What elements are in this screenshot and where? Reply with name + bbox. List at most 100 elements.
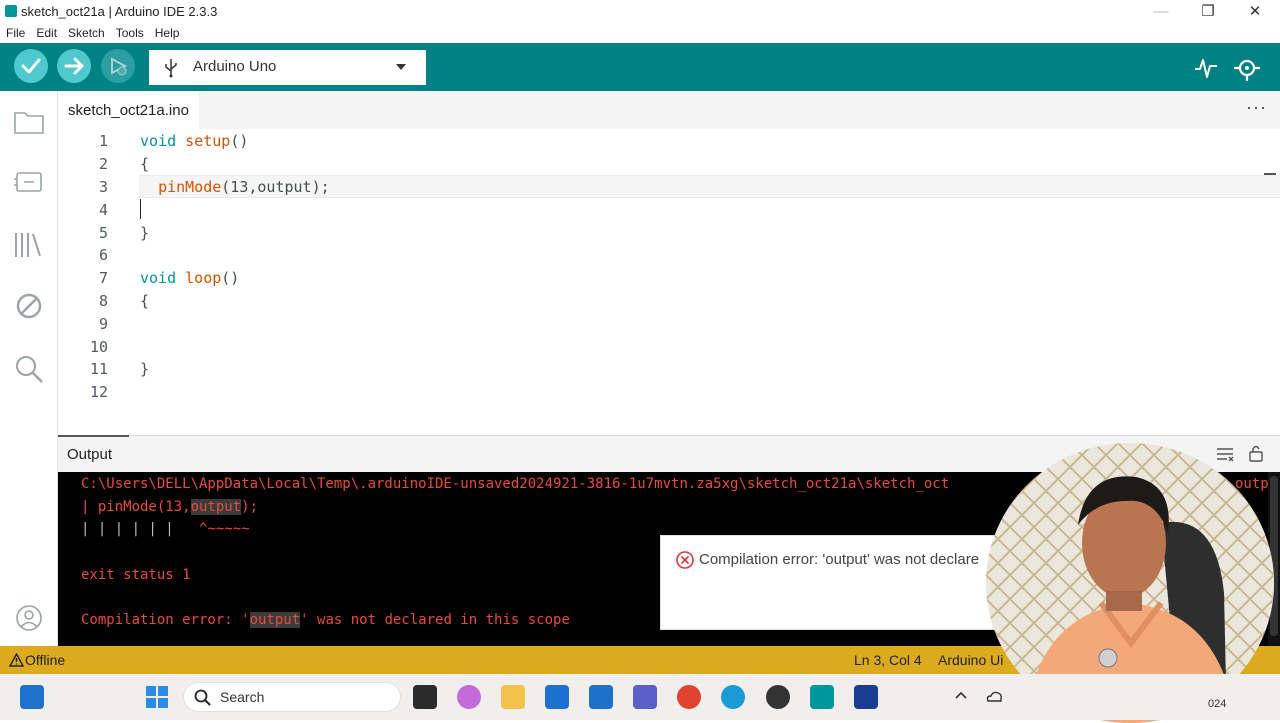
error-text: ' was not declared in this scope xyxy=(300,612,570,628)
board-name: Arduino Uno xyxy=(193,58,277,75)
widgets-icon[interactable] xyxy=(20,685,44,709)
tab-sketch-file[interactable]: sketch_oct21a.ino xyxy=(58,91,199,129)
debug-icon xyxy=(111,57,128,76)
code-text: () xyxy=(221,269,240,287)
board-selector[interactable]: Arduino Uno xyxy=(149,50,426,85)
serial-monitor-icon[interactable] xyxy=(1233,54,1261,82)
file-explorer-icon[interactable] xyxy=(501,685,525,709)
menu-file[interactable]: File xyxy=(6,23,25,43)
more-options-icon[interactable]: ··· xyxy=(1246,97,1267,118)
maximize-button[interactable]: ❐ xyxy=(1185,0,1231,23)
keyword: void xyxy=(140,132,177,150)
error-text: Compilation error: ' xyxy=(81,612,250,628)
teams-icon[interactable] xyxy=(633,685,657,709)
error-caret: ^~~~~~ xyxy=(199,521,250,537)
serial-plotter-icon[interactable] xyxy=(1193,55,1219,81)
obs-icon[interactable] xyxy=(766,685,790,709)
line-number: 2 xyxy=(98,155,108,173)
output-line: C:\Users\DELL\AppData\Local\Temp\.arduin… xyxy=(81,476,949,492)
window-title: sketch_oct21a | Arduino IDE 2.3.3 xyxy=(21,4,218,19)
menu-help[interactable]: Help xyxy=(155,23,180,43)
error-circle-icon xyxy=(676,551,694,569)
warning-icon xyxy=(9,653,24,667)
code-line: void setup() xyxy=(140,132,248,150)
code-editor[interactable]: 1 2 3 4 5 6 7 8 9 10 11 12 void setup() … xyxy=(58,129,1280,435)
check-icon xyxy=(21,58,41,74)
code-line: pinMode(13,output); xyxy=(140,178,330,196)
error-path: C:\Users\DELL\AppData\Local\Temp\.arduin… xyxy=(81,476,950,492)
scroll-lock-icon[interactable] xyxy=(1248,444,1264,462)
arduino-taskbar-icon[interactable] xyxy=(810,685,834,709)
line-number: 4 xyxy=(98,201,108,219)
output-line: | | | | | | ^~~~~~ xyxy=(81,521,250,537)
search-icon xyxy=(194,689,211,706)
line-number: 11 xyxy=(89,360,108,378)
tab-label: sketch_oct21a.ino xyxy=(68,102,189,119)
onedrive-icon[interactable] xyxy=(985,688,1003,704)
menu-sketch[interactable]: Sketch xyxy=(68,23,105,43)
editor-tab-bar: sketch_oct21a.ino ··· xyxy=(58,91,1280,129)
code-text: (13,output); xyxy=(221,178,330,196)
clear-output-icon[interactable] xyxy=(1216,446,1234,462)
line-number: 12 xyxy=(89,383,108,401)
line-number: 6 xyxy=(98,246,108,264)
output-line: | pinMode(13,output); xyxy=(81,499,259,515)
line-number: 10 xyxy=(89,338,108,356)
line-number: 9 xyxy=(98,315,108,333)
windows-start-icon[interactable] xyxy=(145,685,169,709)
boards-manager-icon[interactable] xyxy=(12,165,46,199)
line-number: 5 xyxy=(98,224,108,242)
taskbar-year: 024 xyxy=(1208,698,1227,710)
menu-tools[interactable]: Tools xyxy=(116,23,144,43)
status-board[interactable]: Arduino Ui xyxy=(938,652,1003,668)
windows-taskbar: Search 024 xyxy=(0,674,1280,720)
cursor-position: Ln 3, Col 4 xyxy=(854,652,922,668)
minimize-button[interactable]: — xyxy=(1138,0,1184,23)
keyword: void xyxy=(140,269,177,287)
mail-icon[interactable] xyxy=(589,685,613,709)
error-highlight: output xyxy=(249,612,301,628)
debug-button[interactable] xyxy=(101,49,135,83)
code-line: void loop() xyxy=(140,269,239,287)
line-number: 1 xyxy=(98,132,108,150)
profile-icon[interactable] xyxy=(12,601,46,635)
title-bar: sketch_oct21a | Arduino IDE 2.3.3 — ❐ ✕ xyxy=(0,0,1280,23)
library-manager-icon[interactable] xyxy=(12,228,46,262)
output-title: Output xyxy=(67,446,113,463)
edge-icon[interactable] xyxy=(721,685,745,709)
notification-message: Compilation error: 'output' was not decl… xyxy=(699,551,980,568)
left-sidebar xyxy=(0,91,58,646)
exit-status: exit status 1 xyxy=(81,567,191,583)
menu-bar: File Edit Sketch Tools Help xyxy=(0,23,1280,43)
function-name: loop xyxy=(185,269,222,287)
search-placeholder: Search xyxy=(220,689,265,705)
copilot-icon[interactable] xyxy=(457,685,481,709)
chevron-up-icon[interactable] xyxy=(954,690,968,700)
menu-edit[interactable]: Edit xyxy=(36,23,57,43)
arrow-right-icon xyxy=(64,57,84,75)
error-code: pinMode(13, xyxy=(97,499,191,515)
function-name: setup xyxy=(185,132,231,150)
debug-disabled-icon[interactable] xyxy=(12,289,46,323)
upload-button[interactable] xyxy=(57,49,91,83)
code-line: } xyxy=(140,360,150,378)
verify-button[interactable] xyxy=(14,49,48,83)
line-number: 3 xyxy=(98,178,108,196)
code-line: { xyxy=(140,292,150,310)
text-cursor xyxy=(140,199,141,219)
usb-icon xyxy=(165,59,177,78)
scrollbar-marker xyxy=(1264,173,1276,175)
sketchbook-folder-icon[interactable] xyxy=(12,105,46,139)
chrome-icon[interactable] xyxy=(677,685,701,709)
function-name: pinMode xyxy=(158,178,222,196)
store-icon[interactable] xyxy=(545,685,569,709)
error-notification: Compilation error: 'output' was not decl… xyxy=(660,535,1020,630)
close-button[interactable]: ✕ xyxy=(1232,0,1278,23)
search-icon[interactable] xyxy=(12,352,46,386)
line-number: 8 xyxy=(98,292,108,310)
taskbar-search[interactable]: Search xyxy=(183,682,401,712)
gutter-bars: | | | | | | xyxy=(81,521,174,537)
task-view-icon[interactable] xyxy=(413,685,437,709)
isis-icon[interactable] xyxy=(854,685,878,709)
offline-status[interactable]: Offline xyxy=(25,652,65,668)
